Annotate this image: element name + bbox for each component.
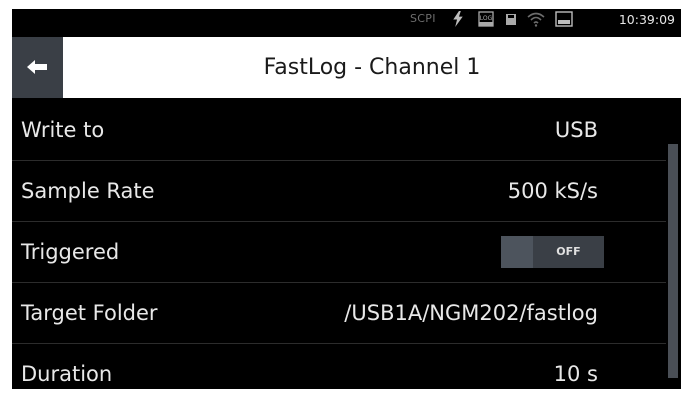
header-bar: FastLog - Channel 1 [12, 37, 681, 98]
log-icon: LOG [478, 11, 494, 27]
wifi-icon [527, 12, 545, 27]
setting-label: Write to [21, 118, 105, 142]
scpi-indicator: SCPI [410, 12, 436, 25]
setting-label: Target Folder [21, 301, 158, 325]
lightning-icon [453, 11, 463, 27]
setting-row-sample-rate[interactable]: Sample Rate 500 kS/s [12, 161, 666, 222]
settings-list: Write to USB Sample Rate 500 kS/s Trigge… [12, 100, 666, 389]
scrollbar[interactable] [668, 100, 678, 389]
svg-text:LOG: LOG [480, 15, 493, 22]
setting-value: /USB1A/NGM202/fastlog [344, 301, 598, 325]
device-screen: SCPI LOG 10:39:09 FastLog - Channel 1 Wr… [12, 9, 681, 389]
setting-label: Sample Rate [21, 179, 155, 203]
back-button[interactable] [12, 37, 63, 98]
clock: 10:39:09 [618, 12, 675, 27]
status-bar: SCPI LOG 10:39:09 [12, 9, 681, 30]
screen-icon [555, 11, 573, 27]
toggle-state-text: OFF [556, 245, 581, 258]
arrow-left-icon [27, 60, 47, 74]
setting-label: Triggered [21, 240, 120, 264]
setting-row-duration[interactable]: Duration 10 s [12, 344, 666, 389]
setting-row-triggered: Triggered OFF [12, 222, 666, 283]
setting-row-target-folder[interactable]: Target Folder /USB1A/NGM202/fastlog [12, 283, 666, 344]
setting-label: Duration [21, 362, 113, 386]
setting-value: 500 kS/s [507, 179, 598, 203]
setting-value: 10 s [553, 362, 598, 386]
setting-row-write-to[interactable]: Write to USB [12, 100, 666, 161]
usb-drive-icon [506, 14, 516, 25]
toggle-knob [501, 236, 533, 268]
triggered-toggle[interactable]: OFF [501, 236, 604, 268]
scrollbar-thumb[interactable] [668, 144, 678, 378]
page-title: FastLog - Channel 1 [263, 55, 481, 80]
setting-value: USB [554, 118, 598, 142]
